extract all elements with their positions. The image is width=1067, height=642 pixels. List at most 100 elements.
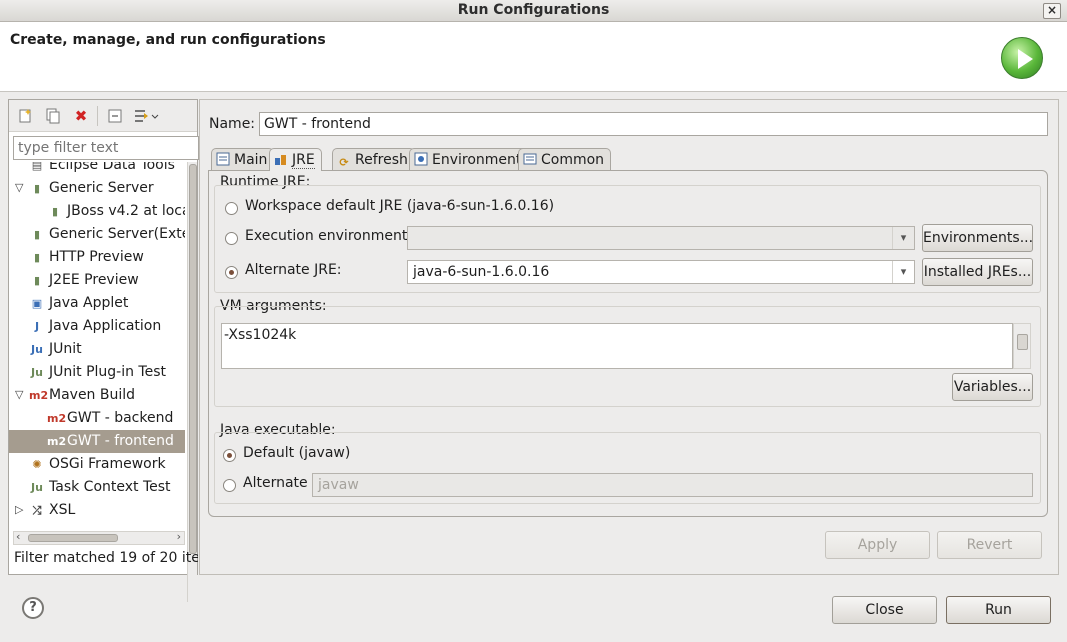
tab-jre[interactable]: JRE	[269, 148, 322, 171]
workspace-default-jre-label: Workspace default JRE (java-6-sun-1.6.0.…	[245, 198, 555, 214]
applet-icon: ▣	[31, 297, 43, 310]
run-icon	[1001, 37, 1043, 79]
installed-jres-button[interactable]: Installed JREs...	[922, 258, 1033, 286]
name-field[interactable]: GWT - frontend	[259, 112, 1048, 136]
tree-item[interactable]: ▷ ⤮ XSL	[9, 499, 185, 522]
tree-item-label: Eclipse Data Tools	[49, 162, 175, 173]
delete-icon[interactable]: ✖	[73, 108, 89, 124]
osgi-icon: ✺	[32, 458, 42, 471]
environments-button[interactable]: Environments...	[922, 224, 1033, 252]
filter-icon[interactable]	[133, 108, 161, 124]
alternate-executable-radio[interactable]	[223, 479, 236, 492]
tree-item-label: Task Context Test	[49, 479, 171, 495]
tree-item[interactable]: ▣ Java Applet	[9, 292, 185, 315]
variables-button[interactable]: Variables...	[952, 373, 1033, 401]
environment-tab-icon	[414, 152, 428, 166]
tree-item[interactable]: ▮ JBoss v4.2 at localhost	[9, 200, 185, 223]
server-icon: ▮	[51, 205, 59, 218]
workspace-default-jre-radio[interactable]	[225, 202, 238, 215]
tree-horizontal-scroll-thumb[interactable]	[28, 534, 118, 542]
maven-icon: m2	[29, 389, 49, 402]
tree-item[interactable]: ▮ HTTP Preview	[9, 246, 185, 269]
tree-item[interactable]: Ju Task Context Test	[9, 476, 185, 499]
vm-arguments-scroll-thumb[interactable]	[1017, 334, 1028, 350]
tree-item-label: Java Applet	[49, 295, 129, 311]
expand-arrow-icon[interactable]: ▽	[15, 384, 27, 406]
tree-item[interactable]: J Java Application	[9, 315, 185, 338]
chevron-down-icon: ▾	[892, 261, 914, 283]
junit-plugin-icon: Ju	[31, 366, 43, 379]
tree-item-label: JUnit	[49, 341, 82, 357]
jre-tab-icon	[274, 152, 288, 166]
server-icon: ▮	[33, 251, 41, 264]
refresh-tab-icon: ⟳	[339, 156, 349, 169]
tree-vertical-scroll-thumb[interactable]	[189, 164, 197, 554]
tree-item[interactable]: m2 GWT - backend	[9, 407, 185, 430]
alternate-jre-radio[interactable]	[225, 266, 238, 279]
vm-arguments-group: -Xss1024k Variables...	[214, 306, 1041, 407]
run-button[interactable]: Run	[946, 596, 1051, 624]
common-tab-icon	[523, 152, 537, 166]
tab-refresh[interactable]: ⟳ Refresh	[332, 148, 415, 170]
alternate-jre-label: Alternate JRE:	[245, 262, 342, 278]
chevron-down-icon: ▾	[892, 227, 914, 249]
toolbar-separator	[97, 106, 98, 126]
tree-item-label: XSL	[49, 502, 76, 518]
tree-item[interactable]: ▽ m2 Maven Build	[9, 384, 185, 407]
collapse-arrow-icon[interactable]: ▷	[15, 499, 27, 521]
tree-item-label: Maven Build	[49, 387, 136, 403]
tree-item-label: Generic Server(External Launch)	[49, 226, 185, 242]
tree-item[interactable]: ✺ OSGi Framework	[9, 453, 185, 476]
tree-horizontal-scrollbar[interactable]: ‹ ›	[13, 530, 185, 545]
apply-button[interactable]: Apply	[825, 531, 930, 559]
alternate-executable-field[interactable]: javaw	[312, 473, 1033, 497]
tree-item[interactable]: ▮ J2EE Preview	[9, 269, 185, 292]
collapse-all-icon[interactable]	[107, 108, 123, 124]
tree-item[interactable]: ▤ Eclipse Data Tools	[9, 162, 185, 177]
tree-item[interactable]: ▮ Generic Server(External Launch)	[9, 223, 185, 246]
server-icon: ▮	[33, 182, 41, 195]
maven-icon: m2	[47, 412, 67, 425]
filter-input[interactable]	[13, 136, 199, 160]
filter-status-text: Filter matched 19 of 20 items	[14, 550, 198, 566]
default-javaw-radio[interactable]	[223, 449, 236, 462]
maven-icon: m2	[47, 435, 67, 448]
config-toolbar: ✖	[9, 100, 197, 132]
xsl-icon: ⤮	[32, 504, 42, 517]
new-config-icon[interactable]	[17, 108, 33, 124]
tree-item[interactable]: m2 GWT - frontend	[9, 430, 185, 453]
execution-environment-select[interactable]: ▾	[407, 226, 915, 250]
tab-environment[interactable]: Environment	[409, 148, 529, 170]
tree-item[interactable]: Ju JUnit Plug-in Test	[9, 361, 185, 384]
alternate-jre-select[interactable]: java-6-sun-1.6.0.16 ▾	[407, 260, 915, 284]
revert-button[interactable]: Revert	[937, 531, 1042, 559]
window-title: Run Configurations	[457, 2, 610, 18]
close-window-button[interactable]: ×	[1043, 3, 1061, 19]
tree-item[interactable]: Ju JUnit	[9, 338, 185, 361]
vm-arguments-textarea[interactable]: -Xss1024k	[221, 323, 1013, 369]
dialog-header: Create, manage, and run configurations	[0, 22, 1067, 92]
tab-jre-label: JRE	[292, 152, 315, 169]
tree-item[interactable]: ▽ ▮ Generic Server	[9, 177, 185, 200]
main-tab-icon	[216, 152, 230, 166]
server-icon: ▮	[33, 228, 41, 241]
vm-arguments-scrollbar[interactable]	[1013, 323, 1031, 369]
scroll-left-icon[interactable]: ‹	[16, 530, 20, 543]
scroll-right-icon[interactable]: ›	[177, 530, 181, 543]
runtime-jre-group: Workspace default JRE (java-6-sun-1.6.0.…	[214, 185, 1041, 293]
tree-vertical-scrollbar[interactable]	[187, 162, 197, 602]
tab-main[interactable]: Main	[211, 148, 275, 170]
tree-item-label: OSGi Framework	[49, 456, 166, 472]
config-tree: ▤ Eclipse Data Tools ▽ ▮ Generic Server ▮ JBos…	[9, 162, 185, 590]
expand-arrow-icon[interactable]: ▽	[15, 177, 27, 199]
tree-item-label: HTTP Preview	[49, 249, 144, 265]
tree-item-label: Generic Server	[49, 180, 154, 196]
help-icon[interactable]: ?	[22, 597, 44, 619]
tree-item-label: JBoss v4.2 at localhost	[67, 203, 185, 219]
tab-common[interactable]: Common	[518, 148, 612, 170]
close-button[interactable]: Close	[832, 596, 937, 624]
duplicate-icon[interactable]	[45, 108, 61, 124]
execution-environment-radio[interactable]	[225, 232, 238, 245]
junit-plugin-icon: Ju	[31, 481, 43, 494]
name-label: Name:	[209, 116, 256, 132]
